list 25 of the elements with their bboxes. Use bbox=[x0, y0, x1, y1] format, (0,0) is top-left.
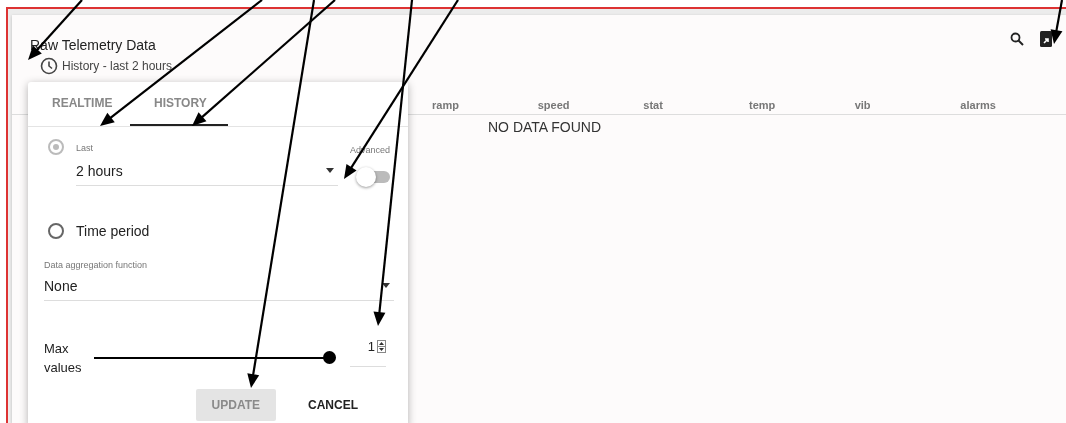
slider-thumb[interactable] bbox=[323, 351, 336, 364]
radio-label: Time period bbox=[76, 223, 150, 239]
field-label: Data aggregation function bbox=[44, 260, 149, 270]
search-button[interactable] bbox=[1010, 32, 1024, 46]
panel-subtitle: History - last 2 hours bbox=[62, 59, 173, 73]
column-header: alarms bbox=[960, 99, 997, 113]
column-header: temp bbox=[749, 99, 777, 113]
spinner-icon[interactable] bbox=[377, 340, 386, 353]
tab[interactable]: REALTIME bbox=[52, 82, 130, 126]
clock-icon bbox=[40, 57, 58, 75]
number-field[interactable]: 1 bbox=[350, 339, 386, 367]
column-header: stat bbox=[643, 99, 664, 113]
annotation-arrow bbox=[1050, 0, 1064, 44]
dialog-button[interactable]: CANCEL bbox=[292, 389, 374, 421]
caret-icon bbox=[382, 283, 390, 288]
column-header: vib bbox=[854, 99, 872, 113]
empty-message: NO DATA FOUND bbox=[488, 119, 602, 135]
radio-button[interactable] bbox=[48, 223, 64, 239]
select-field[interactable]: None bbox=[44, 276, 394, 301]
expand-button[interactable] bbox=[1040, 31, 1052, 47]
field-label: Last bbox=[76, 143, 94, 153]
caret-icon bbox=[326, 168, 334, 173]
column-header: speed bbox=[537, 99, 571, 113]
slider-label: Max values bbox=[44, 339, 83, 377]
column-header: ramp bbox=[432, 99, 460, 113]
